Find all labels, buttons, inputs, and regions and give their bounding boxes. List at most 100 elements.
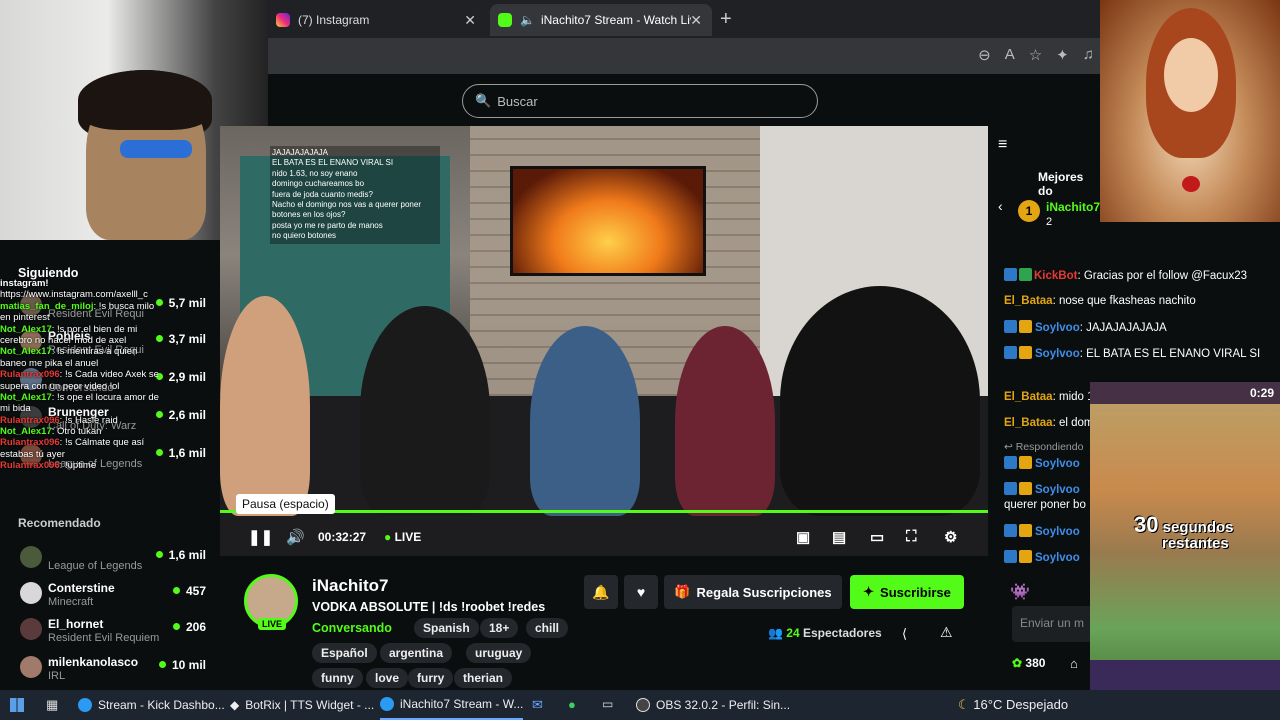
- badge-icon: [1004, 550, 1017, 563]
- bell-icon: 🔔: [592, 584, 610, 600]
- chat-input[interactable]: Enviar un m: [1012, 606, 1102, 642]
- avatar: [20, 618, 42, 640]
- viewer-count: 10 mil: [159, 658, 206, 672]
- streamer-name[interactable]: iNachito7: [312, 576, 389, 596]
- whatsapp-icon[interactable]: ●: [568, 697, 576, 712]
- stream-category[interactable]: Conversando: [312, 621, 392, 635]
- speaker-icon[interactable]: 🔈: [520, 13, 535, 27]
- reply-icon: ↩: [1004, 441, 1016, 453]
- overlay-text: : Otro tukan: [51, 426, 102, 438]
- tag-pill[interactable]: 18+: [480, 618, 519, 638]
- chat-username[interactable]: Soylvoo: [1035, 552, 1080, 564]
- read-aloud-icon[interactable]: A: [1005, 46, 1015, 64]
- chat-username[interactable]: Soylvoo: [1035, 322, 1080, 334]
- tag-pill[interactable]: chill: [526, 618, 569, 638]
- tag-pill[interactable]: funny: [312, 668, 363, 688]
- reply-label: Respondiendo: [1015, 441, 1084, 453]
- recommended-heading: Recomendado: [18, 516, 101, 530]
- tag-pill[interactable]: uruguay: [466, 643, 532, 663]
- follow-heart-button[interactable]: ♥: [624, 575, 658, 609]
- theater-icon[interactable]: ▤: [832, 528, 846, 546]
- file-explorer-icon[interactable]: ▦: [46, 697, 58, 713]
- pip-icon[interactable]: ▭: [870, 528, 884, 546]
- channel-points[interactable]: ✿ 380: [1012, 656, 1045, 670]
- chat-username[interactable]: KickBot: [1034, 270, 1077, 282]
- top-gifter-count: 2: [1046, 216, 1053, 228]
- volume-icon[interactable]: 🔊: [286, 528, 305, 546]
- tag-pill[interactable]: love: [366, 668, 409, 688]
- viewer-count: 206: [173, 620, 206, 634]
- sidebar-channel[interactable]: Conterstine Minecraft 457: [0, 578, 220, 616]
- chat-text: : mido 1: [1052, 391, 1094, 403]
- overlay-message: Rulantrax096: !uptime: [0, 460, 160, 471]
- tab-label: iNachito7 Stream - Watch Live: [540, 13, 691, 27]
- chat-username[interactable]: Soylvoo: [1035, 484, 1080, 496]
- favorite-star-icon[interactable]: ☆: [1029, 46, 1042, 64]
- pause-icon[interactable]: ❚❚: [248, 528, 273, 546]
- taskbar-item-active[interactable]: iNachito7 Stream - W...: [380, 690, 524, 720]
- terminal-icon[interactable]: ▭: [602, 697, 613, 711]
- badge-icon: [1004, 268, 1017, 281]
- viewer-number: 24: [786, 626, 800, 640]
- overlay-message: Not_Alex17: Otro tukan: [0, 426, 160, 437]
- sidebar-channel[interactable]: League of Legends 1,6 mil: [0, 542, 220, 580]
- top-gifter-name[interactable]: iNachito7: [1046, 200, 1100, 214]
- tab-kick-stream[interactable]: 🔈 iNachito7 Stream - Watch Live ✕: [490, 4, 712, 36]
- points-icon: ✿: [1012, 656, 1023, 670]
- banner-line1: segundos: [1162, 519, 1234, 536]
- viewer-label: Espectadores: [803, 626, 882, 640]
- chevron-left-icon[interactable]: ‹: [998, 198, 1003, 214]
- overlay-user: matias_fan_de_miloj: [0, 300, 94, 312]
- sidebar-channel[interactable]: El_hornet Resident Evil Requiem 206: [0, 614, 220, 652]
- fullscreen-icon[interactable]: ⛶: [906, 528, 917, 545]
- zoom-icon[interactable]: ⊖: [978, 46, 991, 64]
- settings-gear-icon[interactable]: ⚙: [944, 528, 957, 546]
- tab-instagram[interactable]: (7) Instagram ✕: [268, 4, 486, 36]
- report-warning-icon[interactable]: ⚠: [940, 624, 953, 641]
- share-icon[interactable]: ⟨: [902, 626, 907, 642]
- viewer-count: 5,7 mil: [156, 296, 206, 310]
- clip-icon[interactable]: ▣: [796, 528, 810, 546]
- store-icon[interactable]: ⌂: [1070, 656, 1078, 671]
- mail-icon[interactable]: ✉: [532, 697, 543, 713]
- notification-bell-button[interactable]: 🔔: [584, 575, 618, 609]
- weather-widget[interactable]: ☾ 16°C Despejado: [958, 697, 1068, 713]
- chat-username[interactable]: Soylvoo: [1035, 348, 1080, 360]
- close-icon[interactable]: ✕: [464, 12, 476, 29]
- video-progress-bar[interactable]: [220, 510, 988, 513]
- chat-text: querer poner bo: [1004, 499, 1086, 511]
- video-player[interactable]: JAJAJAJAJAJA EL BATA ES EL ENANO VIRAL S…: [220, 126, 988, 556]
- windows-start-icon[interactable]: [10, 698, 24, 712]
- gift-subs-button[interactable]: 🎁 Regala Suscripciones: [664, 575, 842, 609]
- subscribe-button[interactable]: ✦ Suscribirse: [850, 575, 964, 609]
- chat-text: : EL BATA ES EL ENANO VIRAL SI: [1079, 348, 1261, 360]
- browser-tabbar: (7) Instagram ✕ 🔈 iNachito7 Stream - Wat…: [268, 0, 1100, 38]
- chat-username[interactable]: El_Bataa: [1004, 417, 1053, 429]
- search-input[interactable]: 🔍 Buscar: [462, 84, 818, 118]
- collapse-chat-icon[interactable]: ≡: [998, 136, 1007, 154]
- taskbar-item[interactable]: Stream - Kick Dashbo...: [78, 690, 225, 720]
- tag-pill[interactable]: Spanish: [414, 618, 479, 638]
- chat-username[interactable]: El_Bataa: [1004, 295, 1053, 307]
- close-icon[interactable]: ✕: [690, 12, 702, 29]
- taskbar-item[interactable]: OBS 32.0.2 - Perfil: Sin...: [636, 690, 790, 720]
- chat-username[interactable]: Soylvoo: [1035, 458, 1080, 470]
- tag-pill[interactable]: furry: [408, 668, 454, 688]
- tag-pill[interactable]: therian: [454, 668, 513, 688]
- webcam-right: [1100, 0, 1280, 222]
- webcam-hair-top: [78, 70, 212, 130]
- new-tab-icon[interactable]: +: [720, 8, 732, 31]
- sidebar-channel[interactable]: milenkanolasco IRL 10 mil: [0, 652, 220, 690]
- overlay-user: instagram!: [0, 278, 49, 289]
- tag-pill[interactable]: Español: [312, 643, 377, 663]
- chat-input-placeholder: Enviar un m: [1020, 616, 1085, 630]
- tag-pill[interactable]: argentina: [380, 643, 453, 663]
- taskbar-label: iNachito7 Stream - W...: [400, 697, 524, 711]
- chat-username[interactable]: Soylvoo: [1035, 526, 1080, 538]
- media-icon[interactable]: ♫: [1083, 46, 1094, 64]
- extensions-icon[interactable]: ✦: [1056, 46, 1069, 64]
- chat-username[interactable]: El_Bataa: [1004, 391, 1053, 403]
- overlay-message: Not_Alex17: !s por el bien de mi cerebro…: [0, 324, 160, 347]
- taskbar-item[interactable]: ◆ BotRix | TTS Widget - ...: [230, 690, 374, 720]
- badge-icon: [1004, 346, 1017, 359]
